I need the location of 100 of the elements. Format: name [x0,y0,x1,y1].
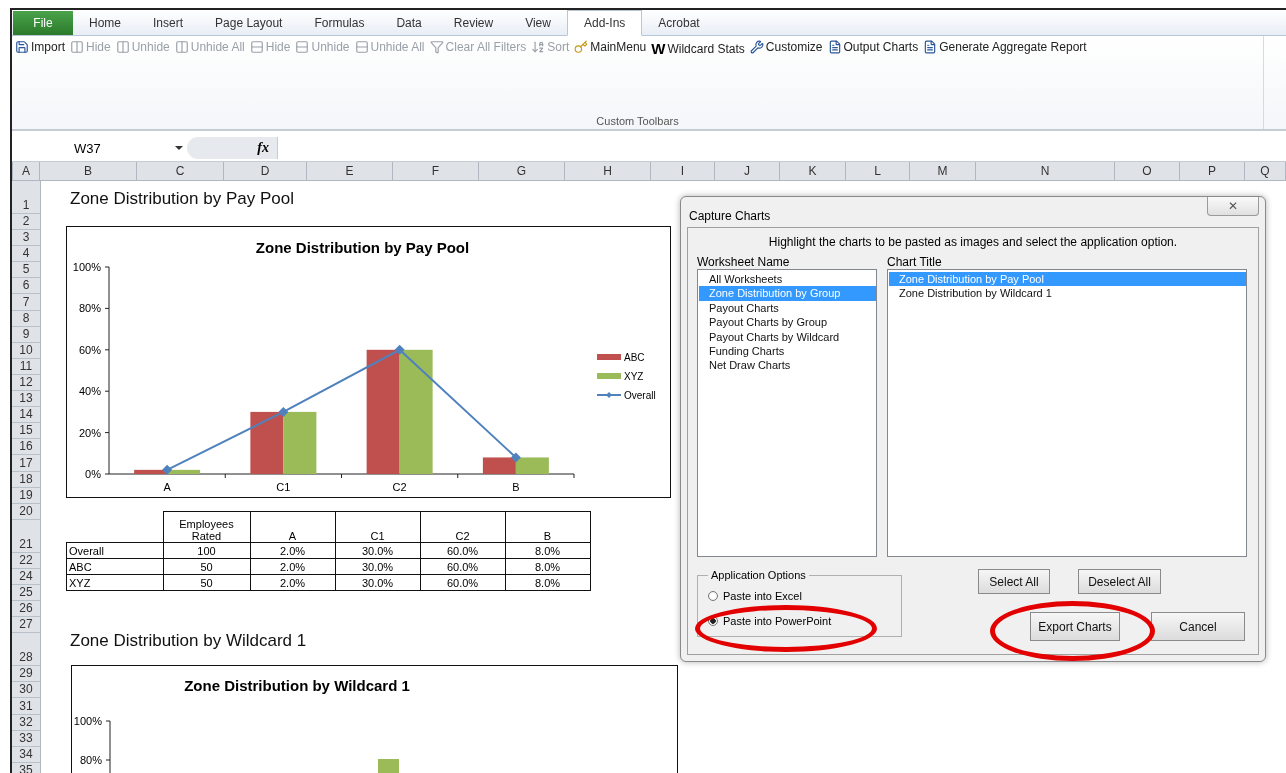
row-header[interactable]: 13 [12,391,40,408]
row-header[interactable]: 4 [12,246,40,263]
row-header[interactable]: 2 [12,214,40,231]
list-item[interactable]: Payout Charts by Group [699,315,876,330]
toolbar-label: Unhide All [190,40,245,54]
row-header[interactable]: 10 [12,342,40,359]
row-header[interactable]: 22 [12,552,40,569]
chart-list[interactable]: Zone Distribution by Pay Pool Zone Distribution by Wildcard 1 [887,269,1247,557]
list-item[interactable]: Payout Charts [699,300,876,316]
axis-label: 60% [78,343,101,356]
rows-icon [295,40,310,54]
list-item[interactable]: Funding Charts [699,344,876,359]
ribbon-tab[interactable]: Home [73,11,137,35]
row-header[interactable]: 24 [12,568,40,585]
ribbon-tab[interactable]: Insert [137,11,200,35]
toolbar-button[interactable]: Output Charts [827,40,919,54]
row-header[interactable]: 8 [12,310,40,327]
row-header[interactable]: 26 [12,601,40,618]
row-header[interactable]: 15 [12,423,40,440]
row-header[interactable]: 33 [12,730,40,747]
column-header[interactable]: E [307,162,393,180]
column-header[interactable]: A [13,162,40,180]
worksheet-list[interactable]: All Worksheets Zone Distribution by Group Payout Charts Payout Charts by Group Payout Charts by Wildcard Funding Charts Net Draw Charts [697,269,877,557]
row-header[interactable]: 14 [12,407,40,424]
file-tab[interactable]: File [13,11,73,35]
row-header[interactable]: 9 [12,326,40,343]
column-header[interactable]: D [224,162,307,180]
row-header[interactable]: 30 [12,682,40,699]
select-all-button[interactable]: Select All [978,569,1050,594]
ribbon-tab[interactable]: Review [437,11,510,35]
row-header[interactable]: 6 [12,278,40,295]
table-cell: 60.0% [420,542,505,559]
ribbon-tab[interactable]: View [509,11,567,35]
legend-label: ABC [624,352,645,363]
close-button[interactable]: ✕ [1207,197,1259,216]
toolbar-button[interactable]: MainMenu [574,40,647,54]
radio-button[interactable] [708,590,718,601]
column-header[interactable]: J [715,162,780,180]
caret-icon [175,146,183,150]
column-header[interactable]: B [40,162,137,180]
ribbon-tab[interactable]: Data [380,11,438,35]
column-header[interactable]: N [976,162,1115,180]
row-header[interactable]: 29 [12,666,40,683]
data-point [394,344,405,355]
axis-label: 20% [78,426,101,439]
row-header[interactable]: 18 [12,471,40,488]
name-box[interactable]: W37 [12,137,187,159]
toolbar-button[interactable]: Import [15,40,65,54]
list-item[interactable]: All Worksheets [699,272,876,287]
ribbon-tab[interactable]: Add-Ins [566,10,643,36]
row-header[interactable]: 34 [12,746,40,763]
row-header[interactable]: 32 [12,714,40,731]
column-header[interactable]: C [137,162,224,180]
row-header[interactable]: 16 [12,439,40,456]
row-header[interactable]: 25 [12,584,40,602]
function-button[interactable]: fx [187,137,277,159]
data-point [510,452,521,463]
list-item[interactable]: Payout Charts by Wildcard [699,329,876,345]
row-header[interactable]: 1 [12,181,40,214]
column-header[interactable]: P [1180,162,1245,180]
column-header[interactable]: F [393,162,479,180]
ribbon-tab[interactable]: Formulas [298,11,381,35]
row-header[interactable]: 28 [12,633,40,667]
toolbar-label: Unhide [131,40,170,54]
row-header[interactable]: 19 [12,487,40,504]
row-header[interactable]: 21 [12,519,40,553]
row-header[interactable]: 12 [12,374,40,392]
ribbon-tab[interactable]: Page Layout [199,11,299,35]
toolbar-button[interactable]: WWildcard Stats [651,40,745,57]
ribbon-tab[interactable]: Acrobat [642,11,716,35]
list-item[interactable]: Net Draw Charts [699,358,876,373]
column-header[interactable]: H [565,162,651,180]
instruction-text: Highlight the charts to be pasted as images and select the application option. [767,235,1179,249]
column-header[interactable]: O [1115,162,1180,180]
export-button[interactable]: Export Charts [1030,612,1120,641]
row-header[interactable]: 3 [12,230,40,247]
save-icon [15,40,29,54]
letter-icon: W [651,40,666,57]
radio-button[interactable] [708,615,718,626]
cancel-button[interactable]: Cancel [1151,612,1245,641]
radio-label: Paste into Excel [723,589,802,602]
legend-swatch [596,392,622,398]
row-header[interactable]: 11 [12,358,40,375]
column-header[interactable]: Q [1245,162,1286,180]
column-header[interactable]: K [780,162,846,180]
table-cell: 30.0% [335,558,420,575]
column-header[interactable]: M [910,162,976,180]
toolbar-button[interactable]: Customize [749,40,823,54]
column-header[interactable]: L [846,162,910,180]
column-header[interactable]: I [651,162,715,180]
row-header[interactable]: 20 [12,503,40,520]
row-header[interactable]: 31 [12,698,40,715]
axis-label: 80% [79,754,102,766]
row-header[interactable]: 17 [12,455,40,472]
list-item[interactable]: Zone Distribution by Wildcard 1 [889,286,1246,301]
row-header[interactable]: 7 [12,294,40,311]
row-header[interactable]: 27 [12,617,40,634]
column-header[interactable]: G [479,162,565,180]
row-header[interactable]: 5 [12,262,40,279]
deselect-all-button[interactable]: Deselect All [1078,569,1161,594]
